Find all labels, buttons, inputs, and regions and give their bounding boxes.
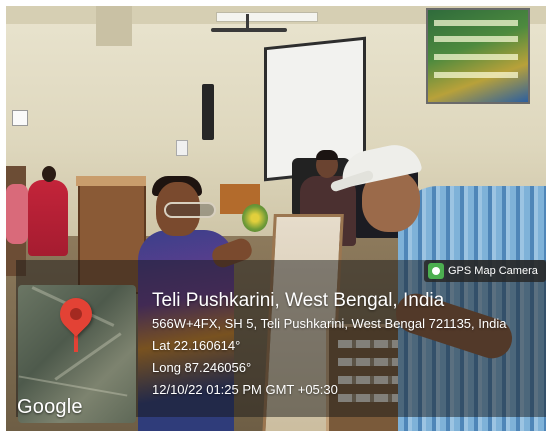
banner-text-line [434, 54, 518, 60]
seated-man-hair [316, 150, 338, 160]
latitude: Lat 22.160614° [152, 338, 241, 353]
map-road [54, 332, 122, 381]
address: 566W+4FX, SH 5, Teli Pushkarini, West Be… [152, 316, 507, 331]
tube-light [216, 12, 318, 22]
ceiling-fan-blade [211, 28, 287, 32]
cabinet-top [76, 176, 146, 186]
ceiling-beam [96, 6, 132, 46]
background-person [6, 184, 28, 244]
camera-app-icon [428, 263, 444, 279]
background-person [28, 180, 68, 256]
trial-frame-glasses [164, 202, 216, 218]
banner-text-line [434, 72, 518, 78]
longitude: Long 87.246056° [152, 360, 252, 375]
map-road [18, 375, 128, 397]
banner-text-line [434, 20, 518, 26]
timestamp: 12/10/22 01:25 PM GMT +05:30 [152, 382, 338, 397]
map-brand-logo: Google [17, 396, 83, 418]
gps-map-camera-badge: GPS Map Camera [424, 260, 546, 282]
badge-label: GPS Map Camera [448, 265, 538, 277]
banner-text-line [434, 36, 518, 42]
wall-speaker [202, 84, 214, 140]
wall-board [12, 110, 28, 126]
place-name: Teli Pushkarini, West Bengal, India [152, 290, 445, 311]
map-pin-dot [70, 308, 82, 320]
wall-switch [176, 140, 188, 156]
flower-bouquet [242, 204, 268, 232]
background-person-head [42, 166, 56, 182]
